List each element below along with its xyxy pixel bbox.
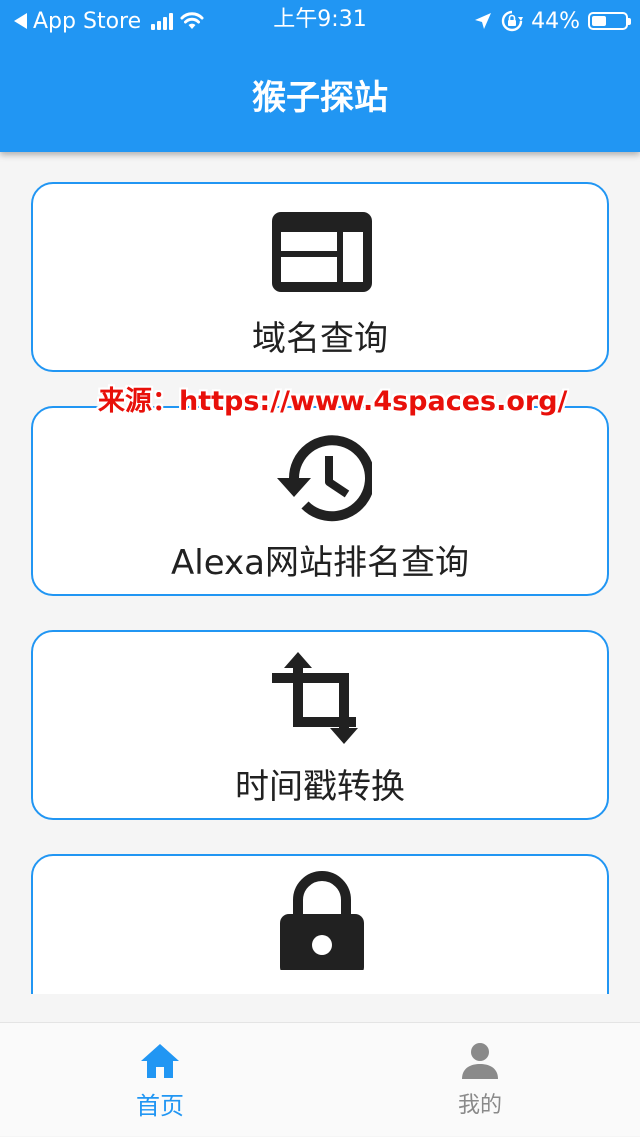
domain-query-card[interactable]: 域名查询: [31, 182, 609, 372]
history-icon: [277, 435, 372, 522]
watermark: 来源：https://www.4spaces.org/: [98, 386, 568, 417]
alexa-ranking-card[interactable]: Alexa网站排名查询: [31, 406, 609, 596]
status-right: 44%: [473, 7, 631, 35]
page-title: 猴子探站: [252, 78, 388, 118]
person-icon: [462, 1043, 498, 1079]
battery-fill: [592, 16, 607, 26]
home-icon: [141, 1044, 179, 1078]
top-bar: App Store 上午9:31 44% 猴子探站: [0, 0, 640, 152]
crop-rotate-icon: [272, 652, 358, 744]
nav-item-home[interactable]: 首页: [0, 1023, 320, 1137]
battery-percent: 44%: [531, 8, 580, 34]
card-label: 域名查询: [252, 319, 388, 359]
web-layout-icon: [272, 212, 372, 292]
bottom-nav: 首页 我的: [0, 1022, 640, 1136]
lock-card[interactable]: [31, 854, 609, 994]
location-icon: [475, 13, 492, 29]
status-bar: App Store 上午9:31 44%: [0, 0, 640, 40]
card-label: Alexa网站排名查询: [171, 543, 469, 583]
nav-item-mine[interactable]: 我的: [320, 1023, 640, 1137]
timestamp-convert-card[interactable]: 时间戳转换: [31, 630, 609, 820]
orientation-lock-icon: [501, 10, 524, 32]
nav-label-home: 首页: [136, 1092, 184, 1120]
battery-icon: [588, 12, 631, 30]
feature-list[interactable]: 域名查询 Alexa网站排名查询 时间戳转换: [0, 152, 640, 994]
nav-label-mine: 我的: [457, 1093, 502, 1118]
lock-icon: [280, 871, 364, 970]
card-label: 时间戳转换: [235, 767, 405, 807]
